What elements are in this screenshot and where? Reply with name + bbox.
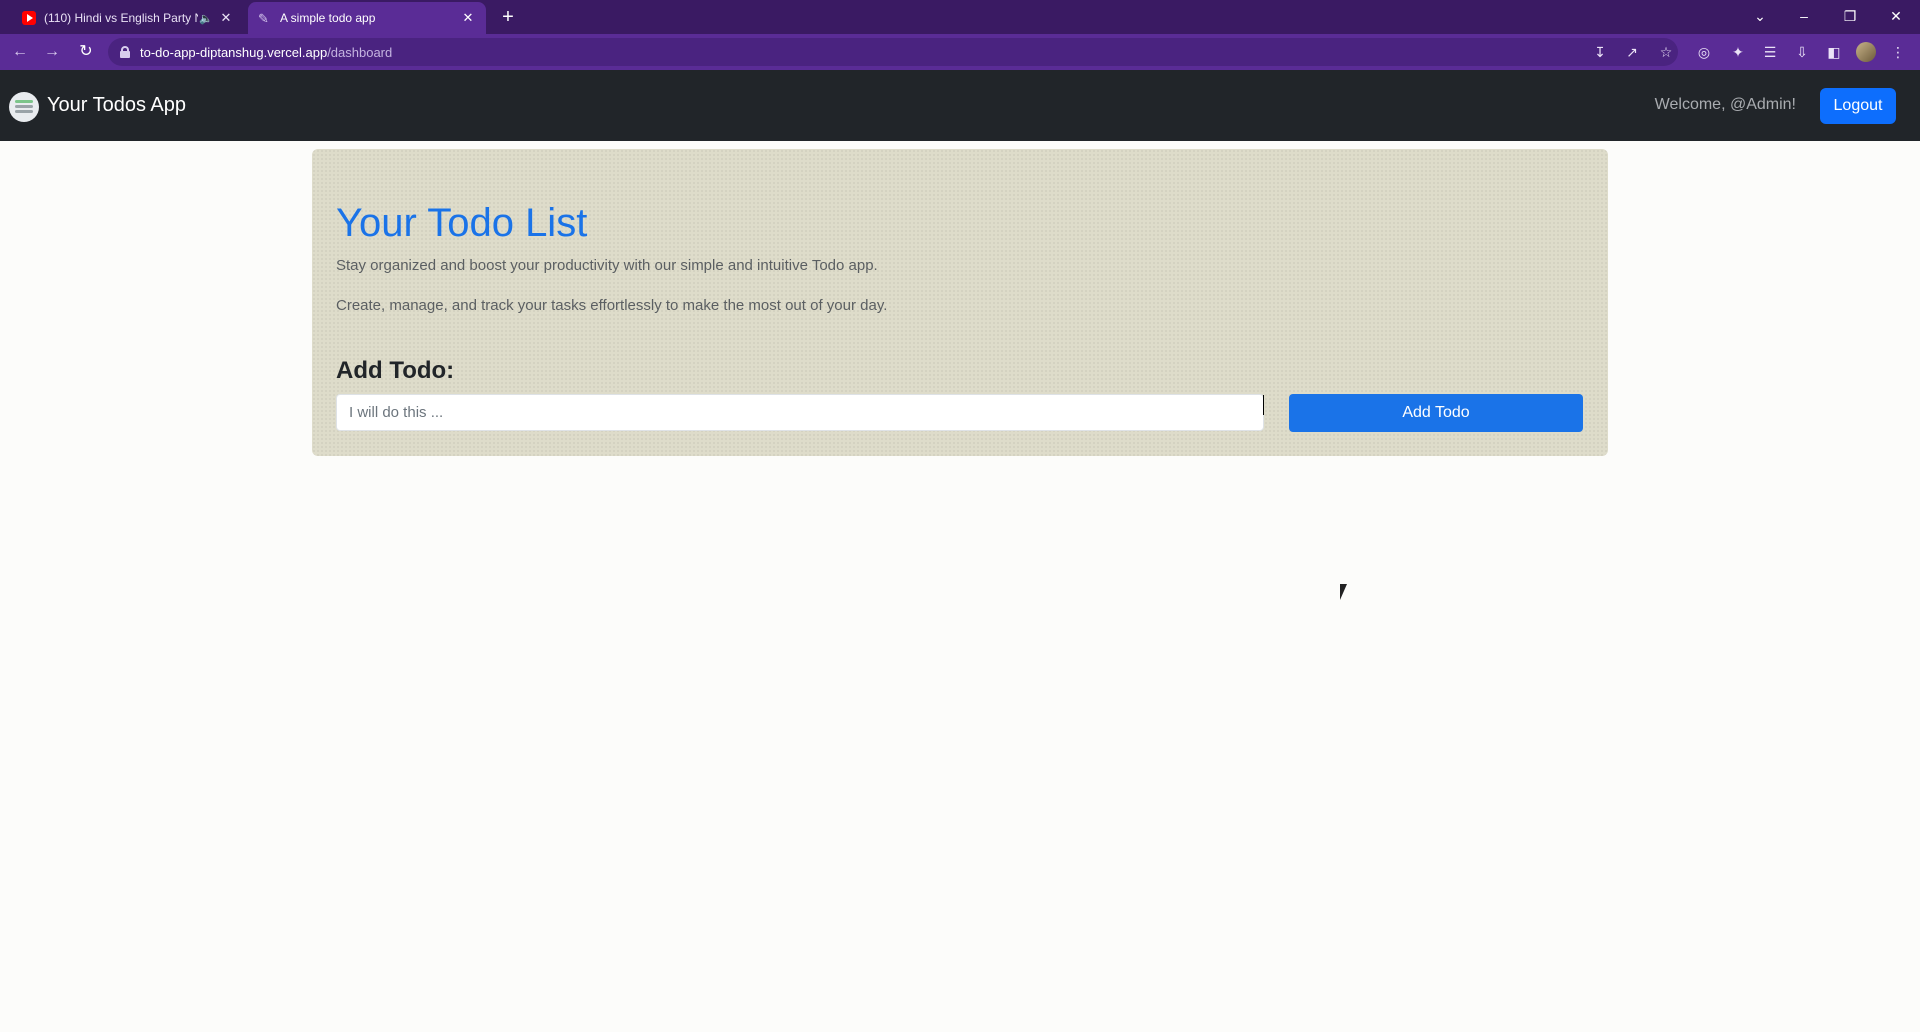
intro-text-1: Stay organized and boost your productivi… (336, 257, 878, 274)
brand-name[interactable]: Your Todos App (47, 94, 186, 117)
install-app-icon[interactable]: ↧ (1590, 42, 1610, 62)
forward-icon[interactable]: → (40, 40, 64, 64)
add-todo-button[interactable]: Add Todo (1289, 394, 1583, 432)
todo-card: Your Todo List Stay organized and boost … (312, 149, 1608, 456)
minimize-icon[interactable]: – (1784, 2, 1824, 30)
download-icon[interactable]: ⇩ (1792, 42, 1812, 62)
logout-button[interactable]: Logout (1820, 88, 1896, 124)
page-title: Your Todo List (336, 201, 588, 245)
share-icon[interactable]: ↗ (1622, 42, 1642, 62)
url-host: to-do-app-diptanshug.vercel.app (140, 44, 328, 60)
browser-toolbar: ← → ↻ to-do-app-diptanshug.vercel.app/da… (0, 34, 1920, 70)
app-navbar: Your Todos App Welcome, @Admin! Logout (0, 70, 1920, 141)
add-todo-heading: Add Todo: (336, 357, 455, 384)
close-window-icon[interactable]: ✕ (1876, 2, 1916, 30)
mouse-cursor-icon (1340, 584, 1347, 600)
app-logo[interactable] (9, 92, 39, 122)
bookmark-star-icon[interactable]: ☆ (1656, 42, 1676, 62)
pen-icon: ✎ (258, 11, 269, 26)
browser-tab-strip: (110) Hindi vs English Party N 🔈 ✕ ✎ A s… (0, 0, 1920, 34)
url-path: /dashboard (327, 44, 393, 60)
back-icon[interactable]: ← (8, 40, 32, 64)
extension-circle-icon[interactable]: ◎ (1694, 42, 1714, 62)
close-tab-icon[interactable]: ✕ (218, 10, 234, 26)
welcome-text: Welcome, @Admin! (1654, 96, 1796, 113)
menu-kebab-icon[interactable]: ⋮ (1888, 42, 1908, 62)
lock-icon[interactable] (120, 46, 130, 58)
intro-text-2: Create, manage, and track your tasks eff… (336, 297, 888, 314)
side-panel-icon[interactable]: ◧ (1824, 42, 1844, 62)
extensions-puzzle-icon[interactable]: ✦ (1728, 42, 1748, 62)
media-queue-icon[interactable]: ☰ (1760, 42, 1780, 62)
browser-tab-youtube[interactable]: (110) Hindi vs English Party N 🔈 ✕ (12, 2, 244, 34)
restore-icon[interactable]: ❐ (1830, 2, 1870, 30)
browser-tab-todo[interactable]: ✎ A simple todo app ✕ (248, 2, 486, 34)
close-tab-icon[interactable]: ✕ (460, 10, 476, 26)
address-bar[interactable]: to-do-app-diptanshug.vercel.app/dashboar… (108, 38, 1678, 66)
todo-input[interactable] (336, 394, 1264, 431)
tab-title: (110) Hindi vs English Party N (44, 11, 198, 25)
youtube-icon (22, 11, 36, 25)
tab-title: A simple todo app (280, 11, 376, 25)
new-tab-icon[interactable]: + (496, 6, 520, 30)
tab-search-chevron-icon[interactable]: ⌄ (1740, 2, 1780, 30)
speaker-muted-icon[interactable]: 🔈 (198, 12, 214, 25)
reload-icon[interactable]: ↻ (74, 40, 98, 64)
profile-avatar[interactable] (1856, 42, 1876, 62)
text-caret (1263, 395, 1264, 415)
